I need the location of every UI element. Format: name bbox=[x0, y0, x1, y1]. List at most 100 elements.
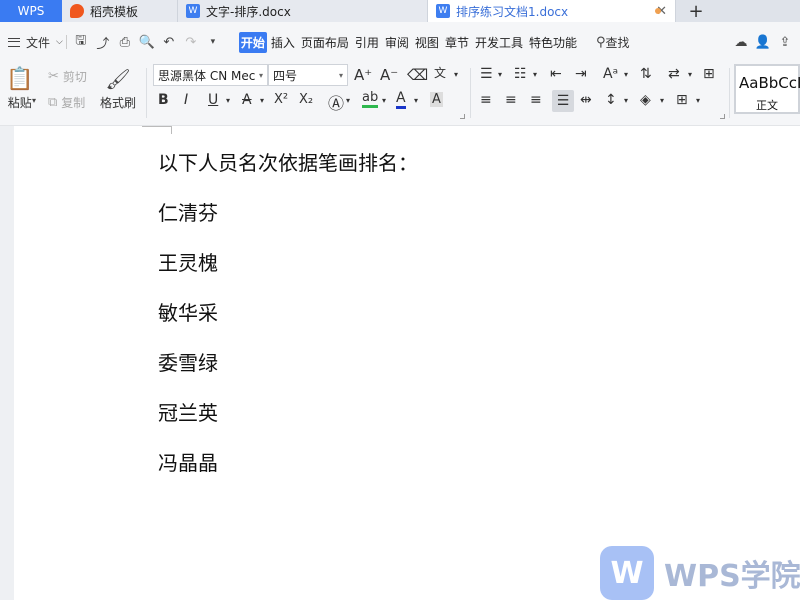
font-size-select[interactable]: 四号 ▾ bbox=[268, 64, 348, 86]
chevron-down-icon[interactable]: ▾ bbox=[226, 96, 230, 105]
tab-home[interactable]: 开始 bbox=[238, 31, 267, 53]
align-right-icon[interactable]: ≡ bbox=[530, 92, 542, 108]
cut-label: 剪切 bbox=[62, 70, 87, 84]
chevron-down-icon: ⌵ bbox=[56, 37, 63, 47]
tab-document-practice[interactable]: W 排序练习文档1.docx ✕ bbox=[428, 0, 676, 22]
char-shading-icon[interactable]: A bbox=[430, 92, 443, 107]
font-name-select[interactable]: 思源黑体 CN Mec ▾ bbox=[153, 64, 268, 86]
phonetic-guide-icon[interactable]: 文 bbox=[434, 64, 446, 81]
underline-button[interactable]: U bbox=[208, 92, 218, 108]
tab-review[interactable]: 审阅 bbox=[383, 32, 411, 53]
style-normal[interactable]: AaBbCcI 正文 bbox=[734, 64, 800, 114]
chevron-down-icon[interactable]: ▾ bbox=[260, 96, 264, 105]
superscript-button[interactable]: X² bbox=[274, 92, 288, 107]
align-left-icon[interactable]: ≡ bbox=[480, 92, 492, 108]
chevron-down-icon[interactable]: ▾ bbox=[498, 70, 502, 79]
borders-icon[interactable]: ⊞ bbox=[676, 92, 688, 108]
divider bbox=[470, 68, 471, 118]
menu-bar: 文件 ⌵ 🖫 ⤴ ⎙ 🔍 ↶ ↷ ▾ 开始 插入 页面布局 引用 审阅 视图 章… bbox=[0, 22, 800, 62]
line-break-icon[interactable]: ⇄ bbox=[668, 66, 680, 82]
bullet-list-icon[interactable]: ☰ bbox=[480, 66, 493, 82]
format-painter-button[interactable]: 🖌 格式刷 bbox=[100, 66, 136, 111]
paragraph-dialog-launcher-icon[interactable] bbox=[720, 114, 725, 119]
search-button[interactable]: ⚲ 查找 bbox=[596, 34, 630, 51]
justify-icon[interactable]: ☰ bbox=[552, 90, 574, 112]
line-spacing-icon[interactable]: ↕ bbox=[605, 92, 617, 108]
chevron-down-icon[interactable]: ▾ bbox=[454, 70, 458, 79]
subscript-button[interactable]: X₂ bbox=[299, 92, 313, 107]
decrease-indent-icon[interactable]: ⇤ bbox=[550, 66, 562, 82]
unsaved-indicator-icon bbox=[655, 8, 661, 14]
document-page[interactable]: 以下人员名次依据笔画排名： 仁清芬 王灵槐 敏华采 委雪绿 冠兰英 冯晶晶 bbox=[14, 126, 800, 600]
strikethrough-button[interactable]: A bbox=[242, 92, 252, 108]
tab-developer[interactable]: 开发工具 bbox=[473, 32, 525, 53]
copy-button[interactable]: ⧉ 复制 bbox=[48, 94, 85, 111]
tab-special-features[interactable]: 特色功能 bbox=[527, 32, 579, 53]
chevron-down-icon[interactable]: ▾ bbox=[382, 96, 386, 105]
file-menu[interactable]: 文件 ⌵ bbox=[0, 34, 63, 51]
chevron-down-icon[interactable]: ▾ bbox=[346, 96, 350, 105]
redo-icon[interactable]: ↷ bbox=[180, 31, 202, 53]
distributed-align-icon[interactable]: ⇹ bbox=[580, 92, 592, 108]
increase-indent-icon[interactable]: ⇥ bbox=[575, 66, 587, 82]
chevron-down-icon[interactable]: ▾ bbox=[624, 96, 628, 105]
new-tab-button[interactable]: + bbox=[676, 0, 716, 22]
paste-button[interactable]: 📋 粘贴 bbox=[6, 66, 33, 111]
sort-icon[interactable]: ⇅ bbox=[640, 66, 652, 82]
document-paragraph[interactable]: 委雪绿 bbox=[158, 347, 218, 376]
chevron-down-icon[interactable]: ▾ bbox=[696, 96, 700, 105]
wps-home-tab[interactable]: WPS bbox=[0, 0, 62, 22]
chevron-down-icon[interactable]: ▾ bbox=[414, 96, 418, 105]
italic-button[interactable]: I bbox=[184, 92, 188, 108]
save-icon[interactable]: 🖫 bbox=[70, 31, 92, 53]
tab-bar: WPS 稻壳模板 W 文字-排序.docx W 排序练习文档1.docx ✕ + bbox=[0, 0, 800, 22]
tab-label: 稻壳模板 bbox=[90, 4, 139, 19]
search-label: 查找 bbox=[605, 35, 630, 50]
chevron-down-icon[interactable]: ▾ bbox=[32, 96, 36, 105]
change-case-icon[interactable]: Aᵃ bbox=[603, 66, 618, 82]
font-color-icon[interactable]: A bbox=[396, 90, 406, 109]
tab-document-sort[interactable]: W 文字-排序.docx bbox=[178, 0, 428, 22]
clear-format-icon[interactable]: ⌫ bbox=[407, 66, 428, 84]
shrink-font-icon[interactable]: A⁻ bbox=[380, 66, 398, 84]
document-paragraph[interactable]: 冠兰英 bbox=[158, 397, 218, 426]
chevron-down-icon[interactable]: ▾ bbox=[624, 70, 628, 79]
tab-insert[interactable]: 插入 bbox=[269, 32, 297, 53]
docer-icon bbox=[70, 4, 84, 18]
text-effects-icon[interactable]: Ⓐ bbox=[328, 90, 344, 114]
tab-references[interactable]: 引用 bbox=[353, 32, 381, 53]
chevron-down-icon[interactable]: ▾ bbox=[660, 96, 664, 105]
print-icon[interactable]: ⎙ bbox=[114, 31, 136, 53]
share-icon[interactable]: ⇪ bbox=[774, 31, 796, 53]
chevron-down-icon[interactable]: ▾ bbox=[688, 70, 692, 79]
font-dialog-launcher-icon[interactable] bbox=[460, 114, 465, 119]
chevron-down-icon[interactable]: ▾ bbox=[533, 70, 537, 79]
cloud-sync-icon[interactable]: ☁ bbox=[730, 31, 752, 53]
document-area[interactable]: 以下人员名次依据笔画排名： 仁清芬 王灵槐 敏华采 委雪绿 冠兰英 冯晶晶 bbox=[0, 126, 800, 600]
tab-page-layout[interactable]: 页面布局 bbox=[299, 32, 351, 53]
document-paragraph[interactable]: 敏华采 bbox=[158, 297, 218, 326]
bold-button[interactable]: B bbox=[158, 92, 169, 108]
tab-view[interactable]: 视图 bbox=[413, 32, 441, 53]
print-preview-icon[interactable]: 🔍 bbox=[136, 31, 158, 53]
wps-academy-watermark: W WPS学院 bbox=[600, 546, 800, 600]
grow-font-icon[interactable]: A⁺ bbox=[354, 66, 372, 84]
highlight-icon[interactable]: ab bbox=[362, 90, 379, 108]
document-paragraph[interactable]: 仁清芬 bbox=[158, 197, 218, 226]
tab-docer-templates[interactable]: 稻壳模板 bbox=[62, 0, 178, 22]
shading-icon[interactable]: ◈ bbox=[640, 92, 651, 108]
numbered-list-icon[interactable]: ☷ bbox=[514, 66, 527, 82]
export-icon[interactable]: ⤴ bbox=[92, 31, 114, 53]
document-paragraph[interactable]: 王灵槐 bbox=[158, 247, 218, 276]
document-paragraph[interactable]: 冯晶晶 bbox=[158, 447, 218, 476]
table-of-contents-icon[interactable]: ⊞ bbox=[703, 66, 715, 82]
document-paragraph[interactable]: 以下人员名次依据笔画排名： bbox=[158, 147, 418, 176]
cut-button[interactable]: ✂ 剪切 bbox=[48, 68, 87, 85]
user-add-icon[interactable]: 👤 bbox=[752, 31, 774, 53]
align-center-icon[interactable]: ≡ bbox=[505, 92, 517, 108]
undo-icon[interactable]: ↶ bbox=[158, 31, 180, 53]
customize-toolbar-icon[interactable]: ▾ bbox=[202, 31, 224, 53]
tab-label: 文字-排序.docx bbox=[206, 4, 291, 19]
ribbon: 📋 粘贴 ▾ ✂ 剪切 ⧉ 复制 🖌 格式刷 思源黑体 CN Mec ▾ 四号 … bbox=[0, 62, 800, 126]
tab-section[interactable]: 章节 bbox=[443, 32, 471, 53]
